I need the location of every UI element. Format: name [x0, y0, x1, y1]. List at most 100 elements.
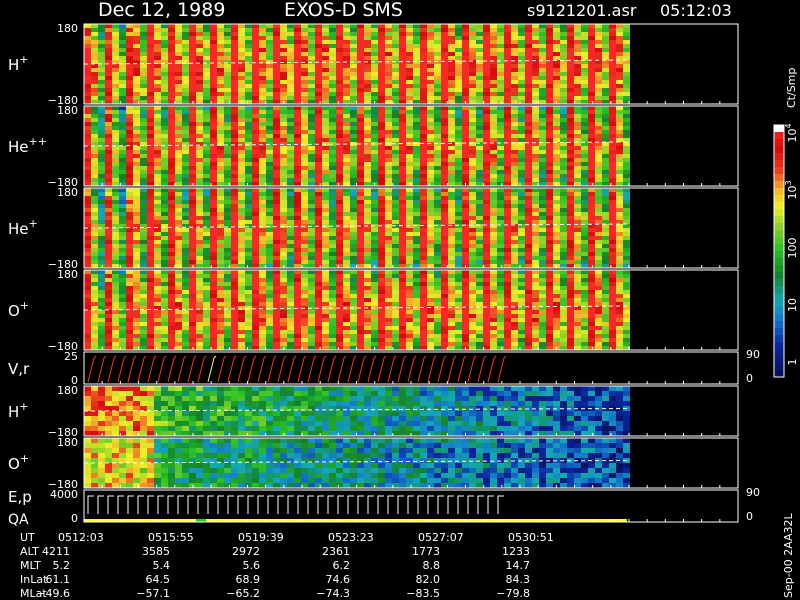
colorbar-tick-label: 100: [786, 238, 799, 259]
panel-right-bottom-label: 0: [746, 372, 753, 385]
ephemeris-cell: 5.6: [243, 559, 261, 572]
colorbar-cell: [774, 300, 784, 308]
ephemeris-row-mlt: MLT 5.2 5.4 5.6 6.2 8.8 14.7: [20, 559, 530, 572]
ephemeris-cell: 1233: [502, 545, 530, 558]
ephemeris-cell: 5.4: [153, 559, 171, 572]
colorbar-cell: [774, 258, 784, 266]
ephemeris-cell: −65.2: [226, 587, 260, 600]
colorbar-cell: [774, 321, 784, 329]
panel-ymax-label: 180: [57, 186, 78, 199]
panel-right-top-label: 90: [746, 486, 760, 499]
colorbar-cell: [774, 195, 784, 203]
header-date: Dec 12, 1989: [98, 0, 225, 21]
spectrogram-cells: [84, 438, 630, 488]
colorbar-cell: [774, 328, 784, 336]
panel-he--2: 180−180He+: [8, 186, 739, 271]
colorbar-cell: [774, 139, 784, 147]
colorbar-cell: [774, 251, 784, 259]
ephemeris-row-mlat: MLat−49.6 −57.1 −65.2 −74.3 −83.5 −79.8: [20, 587, 530, 600]
colorbar-cell: [774, 160, 784, 168]
colorbar-cell: [774, 153, 784, 161]
panel-ymax-label: 180: [57, 268, 78, 281]
panel-species-label: He+: [8, 217, 38, 238]
panel-species-label: H+: [8, 53, 29, 74]
velocity-trace: [87, 355, 507, 383]
panel-right-top-label: 90: [746, 348, 760, 361]
energy-steps: [87, 495, 504, 514]
sms-spectrogram-plot: Dec 12, 1989 EXOS-D SMS s9121201.asr 05:…: [8, 0, 799, 600]
panel-species-label: H+: [8, 400, 29, 421]
ephemeris-cell: 6.2: [333, 559, 351, 572]
colorbar-cell: [774, 188, 784, 196]
panel-frame: [83, 489, 739, 523]
header-file: s9121201.asr: [527, 1, 637, 20]
panel-v-r-4: 250V,r900: [8, 348, 760, 387]
ephemeris-cell: −57.1: [136, 587, 170, 600]
panel-he--1: 180−180He++: [8, 104, 739, 189]
panel-ymax-label: 4000: [50, 488, 78, 501]
ephemeris-cell: 2361: [322, 545, 350, 558]
ephemeris-cell: −79.8: [496, 587, 530, 600]
spectrogram-cells: [84, 24, 630, 104]
colorbar-cell: [774, 342, 784, 350]
spectrogram-cells: [84, 386, 630, 436]
colorbar-cell: [774, 356, 784, 364]
ephemeris-table: UT 0512:03 0515:55 0519:39 0523:23 0527:07 053…: [20, 531, 554, 600]
colorbar-cell: [774, 335, 784, 343]
ephemeris-cell: 0515:55: [148, 531, 194, 544]
colorbar-cell: [774, 363, 784, 371]
ephemeris-cell: 0519:39: [238, 531, 284, 544]
spectrogram-cells: [84, 270, 630, 350]
panel-e-p-7: 4000 0 E,p QA 90 0: [8, 486, 760, 528]
panel-ymax-label: 25: [64, 350, 78, 363]
panel-species-label: V,r: [8, 360, 30, 378]
ephemeris-cell: 82.0: [416, 573, 441, 586]
colorbar-tick-label: 1: [786, 359, 799, 366]
spectrogram-cells: [84, 106, 630, 186]
colorbar-ticks: 1 10 100 103 104: [784, 123, 799, 365]
colorbar: Ct/Smp 1 10 100 103 104: [773, 68, 799, 378]
panel-ymax-label: 180: [57, 22, 78, 35]
ephemeris-row-ut: UT 0512:03 0515:55 0519:39 0523:23 0527:07 053…: [20, 531, 554, 544]
ephemeris-cell: 14.7: [506, 559, 531, 572]
colorbar-cell: [774, 146, 784, 154]
colorbar-cell: [774, 307, 784, 315]
colorbar-cell: [774, 167, 784, 175]
ephemeris-cell: 64.5: [146, 573, 171, 586]
colorbar-cell: [774, 370, 784, 378]
panel-h--0: 180−180H+: [8, 22, 739, 107]
panel-ymax-label: 180: [57, 104, 78, 117]
ephemeris-cell: −49.6: [36, 587, 70, 600]
ephemeris-row-label: UT: [20, 531, 35, 544]
colorbar-cell: [774, 132, 784, 140]
panel-species-label: He++: [8, 135, 47, 156]
colorbar-cell: [774, 293, 784, 301]
panel-stack: 180−180H+180−180He++180−180He+180−180O+2…: [8, 22, 760, 528]
colorbar-cell: [774, 174, 784, 182]
ephemeris-row-label: InLat: [20, 573, 48, 586]
panel-species-label: E,p: [8, 488, 32, 506]
colorbar-cell: [774, 272, 784, 280]
ephemeris-cell: 8.8: [423, 559, 441, 572]
colorbar-unit: Ct/Smp: [785, 68, 798, 108]
colorbar-cell: [774, 209, 784, 217]
colorbar-cell: [774, 314, 784, 322]
colorbar-cell: [774, 265, 784, 273]
header-time: 05:12:03: [660, 1, 732, 20]
panel-ymin-label: 0: [71, 512, 78, 525]
colorbar-cell: [774, 181, 784, 189]
panel-ymax-label: 180: [57, 384, 78, 397]
panel-secondary-label: QA: [8, 512, 29, 528]
ephemeris-cell: 3585: [142, 545, 170, 558]
header-instrument: EXOS-D SMS: [284, 0, 403, 21]
colorbar-tick-label: 10: [786, 298, 799, 312]
colorbar-tick-label: 104: [784, 123, 799, 142]
ephemeris-cell: 74.6: [326, 573, 351, 586]
ephemeris-cell: 0530:51: [508, 531, 554, 544]
panel-o--6: 180−180O+: [8, 436, 739, 491]
colorbar-cell: [774, 286, 784, 294]
ephemeris-row-label: ALT: [20, 545, 39, 558]
panel-o--3: 180−180O+: [8, 268, 739, 353]
colorbar-cell: [774, 244, 784, 252]
ephemeris-cell: −74.3: [316, 587, 350, 600]
